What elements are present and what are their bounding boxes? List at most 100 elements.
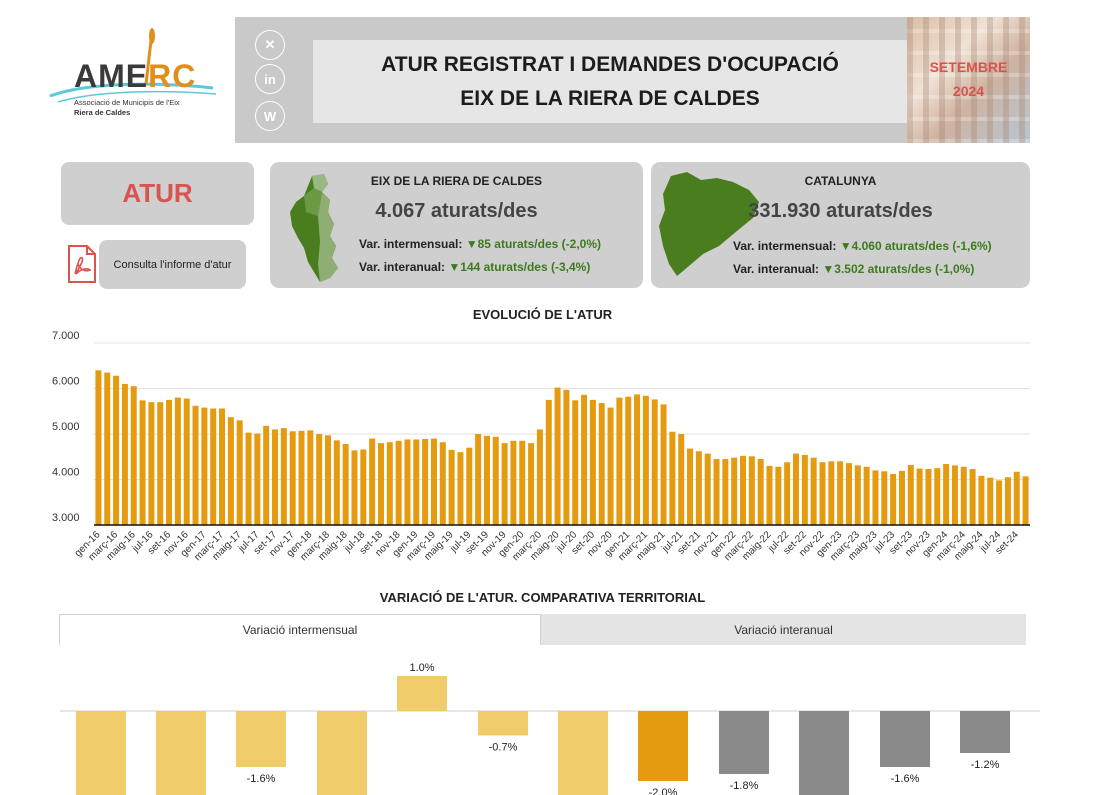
chart-bar xyxy=(386,442,393,525)
chart-bar xyxy=(422,439,429,525)
chart-bar xyxy=(819,462,826,525)
page-title: ATUR REGISTRAT I DEMANDES D'OCUPACIÓ xyxy=(381,52,839,76)
chart-bar xyxy=(598,403,605,525)
report-button[interactable]: Consulta l'informe d'atur xyxy=(99,240,246,289)
chart-bar xyxy=(298,430,305,525)
chart-bar xyxy=(907,464,914,525)
chart-bar xyxy=(219,408,226,525)
period-year: 2024 xyxy=(952,83,985,99)
chart-bar xyxy=(731,457,738,525)
chart-bar xyxy=(404,439,411,525)
chart-bar xyxy=(351,450,358,525)
comparative-bar xyxy=(558,711,608,795)
chart-bar xyxy=(634,394,641,525)
pdf-icon[interactable] xyxy=(66,244,98,284)
chart-bar xyxy=(483,435,490,525)
chart-bar xyxy=(740,455,747,525)
header-band: ✕ in W ATUR REGISTRAT I DEMANDES D'OCUPA… xyxy=(235,17,1030,143)
chart-bar xyxy=(1013,471,1020,525)
chart-bar xyxy=(987,477,994,525)
amerc-logo: AMERC Associació de Municipis de l'Eix R… xyxy=(48,24,218,124)
chart-bar xyxy=(130,386,137,525)
comparative-bar-label: -1.6% xyxy=(247,773,276,785)
chart-bar xyxy=(439,442,446,525)
comparative-bar xyxy=(880,711,930,767)
y-tick-label: 7.000 xyxy=(52,330,80,342)
chart-bar xyxy=(607,407,614,525)
comparative-title: VARIACIÓ DE L'ATUR. COMPARATIVA TERRITOR… xyxy=(379,590,706,605)
chart-bar xyxy=(510,440,517,525)
chart-bar xyxy=(996,480,1003,525)
x-icon[interactable]: ✕ xyxy=(255,30,285,60)
chart-bar xyxy=(369,438,376,525)
chart-bar xyxy=(854,465,861,525)
chart-bar xyxy=(642,395,649,525)
comparative-bar xyxy=(799,711,849,795)
comparative-bar xyxy=(397,676,447,711)
chart-bar xyxy=(916,468,923,525)
logo-subtitle: Associació de Municipis de l'Eix xyxy=(74,98,180,107)
chart-bar xyxy=(801,454,808,525)
tab-variacio-interanual[interactable]: Variació interanual xyxy=(541,614,1026,645)
chart-bar xyxy=(157,402,164,525)
chart-bar xyxy=(625,396,632,525)
comparative-bar xyxy=(960,711,1010,753)
y-tick-label: 4.000 xyxy=(52,467,80,479)
chart-bar xyxy=(501,443,508,525)
card-value: 4.067 aturats/des xyxy=(375,200,538,222)
chart-bar xyxy=(95,370,102,525)
chart-bar xyxy=(616,397,623,525)
card-row-intermensual: Var. intermensual: ▼4.060 aturats/des (-… xyxy=(733,239,992,253)
tab-variacio-intermensual[interactable]: Variació intermensual xyxy=(59,614,541,645)
chart-bar xyxy=(951,465,958,525)
chart-bar xyxy=(201,407,208,525)
card-value: 331.930 aturats/des xyxy=(748,200,933,222)
card-row-interanual: Var. interanual: ▼3.502 aturats/des (-1,… xyxy=(733,262,975,276)
chart-bar xyxy=(563,389,570,525)
chart-bar xyxy=(413,439,420,525)
y-tick-label: 5.000 xyxy=(52,421,80,433)
chart-bar xyxy=(263,425,270,525)
chart-bar xyxy=(475,434,482,525)
chart-bar xyxy=(775,466,782,525)
atur-section-button[interactable]: ATUR xyxy=(61,162,254,225)
chart-bar xyxy=(325,435,331,525)
comparative-bar xyxy=(236,711,286,767)
web-icon[interactable]: W xyxy=(255,101,285,131)
building-photo: SETEMBRE 2024 xyxy=(907,17,1030,143)
comparative-bar-label: -1.2% xyxy=(971,759,1000,771)
comparative-tabs: Variació intermensual Variació interanua… xyxy=(59,614,1026,645)
chart-bar xyxy=(148,402,155,525)
logo-subtitle-bold: Riera de Caldes xyxy=(74,108,131,117)
chart-bar xyxy=(342,444,349,525)
chart-bar xyxy=(1004,477,1011,525)
linkedin-icon[interactable]: in xyxy=(255,64,285,94)
chart-bar xyxy=(872,470,879,525)
comparative-bar xyxy=(317,711,367,795)
chart-bar xyxy=(272,429,279,525)
chart-bar xyxy=(581,394,588,525)
comparative-bar-label: 1.0% xyxy=(409,662,434,674)
chart-bar xyxy=(528,443,535,525)
comparative-chart: -2.6%-1.6%1.0%-0.7%-2.0%-1.8%-2.7%-1.6%-… xyxy=(60,662,1040,795)
chart-bar xyxy=(210,408,217,525)
y-tick-label: 3.000 xyxy=(52,512,80,524)
chart-bar xyxy=(898,470,905,525)
chart-bar xyxy=(139,400,146,525)
chart-bar xyxy=(492,436,499,525)
chart-bar xyxy=(881,471,888,525)
chart-bar xyxy=(863,466,870,525)
chart-bar xyxy=(793,453,799,525)
chart-bar xyxy=(166,399,173,526)
chart-bar xyxy=(589,399,596,526)
chart-bar xyxy=(660,404,667,525)
comparative-bar-label: -0.7% xyxy=(489,742,518,754)
evolution-chart: 3.0004.0005.0006.0007.000gen-16març-16ma… xyxy=(52,330,1030,563)
chart-bar xyxy=(466,447,473,525)
chart-bar xyxy=(192,405,199,525)
chart-bar xyxy=(245,432,252,525)
chart-bar xyxy=(757,459,764,525)
eix-map-icon xyxy=(290,174,338,282)
chart-bar xyxy=(554,387,561,525)
card-row-interanual: Var. interanual: ▼144 aturats/des (-3,4%… xyxy=(359,260,591,274)
